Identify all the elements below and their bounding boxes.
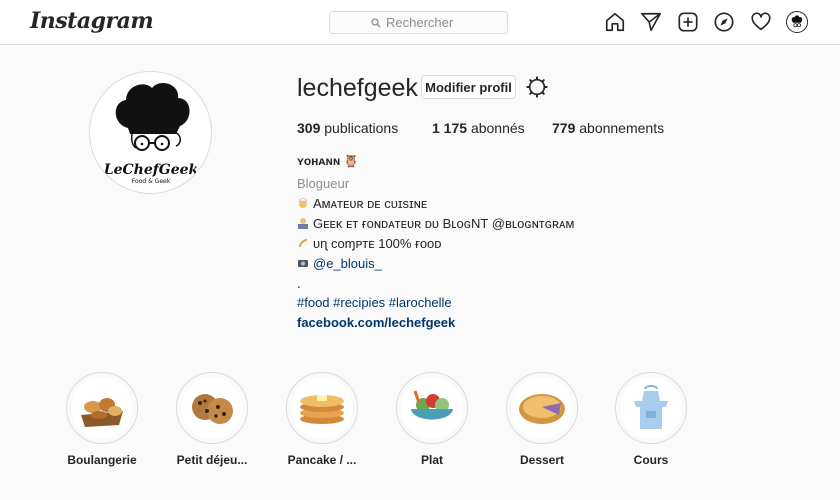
edit-profile-button[interactable]: Modifier profil [421, 75, 516, 99]
new-post-icon[interactable] [677, 11, 699, 33]
activity-heart-icon[interactable] [750, 11, 772, 33]
profile-category: Blogueur [297, 176, 350, 191]
pancakes-icon [291, 377, 353, 439]
highlight-item[interactable]: Pancake / ... [286, 372, 358, 467]
following-stat[interactable]: 779 abonnements [552, 120, 664, 136]
highlight-label: Pancake / ... [287, 453, 357, 467]
highlight-item[interactable]: Cours [615, 372, 687, 467]
search-input[interactable] [386, 15, 466, 30]
phone-emoji-icon [297, 237, 309, 249]
search-icon [371, 17, 381, 27]
bio-line-3-text: ᴜɳ ᴄᴏɱᴘᴛᴇ 100% ғᴏᴏᴅ [313, 236, 442, 251]
bio-line-1: Aᴍᴀᴛᴇᴜʀ ᴅᴇ ᴄᴜɪsɪɴᴇ [297, 196, 427, 211]
posts-label: publications [324, 120, 399, 136]
bio-line-2-text: Gᴇᴇᴋ ᴇᴛ ғᴏɴᴅᴀᴛᴇᴜʀ ᴅᴜ BʟᴏɢNT @ʙʟᴏɢɴᴛɢʀᴀᴍ [313, 216, 575, 231]
salad-bowl-icon [401, 377, 463, 439]
direct-send-icon[interactable] [640, 11, 662, 33]
settings-gear-icon[interactable] [526, 76, 548, 98]
apron-icon [620, 377, 682, 439]
profile-picture[interactable]: LeChefGeek Food & Geek [89, 71, 212, 194]
highlight-label: Cours [633, 453, 669, 467]
highlight-item[interactable]: Boulangerie [66, 372, 138, 467]
top-nav-bar: Instagram [0, 0, 840, 45]
explore-compass-icon[interactable] [713, 11, 735, 33]
profile-avatar-icon[interactable] [786, 11, 808, 33]
bio-mention-link[interactable]: @e_blouis_ [313, 256, 382, 271]
home-icon[interactable] [604, 11, 626, 33]
search-box[interactable] [329, 11, 508, 34]
profile-full-name: ʏᴏʜᴀɴɴ 🦉 [297, 154, 359, 168]
technologist-emoji-icon [297, 217, 309, 229]
posts-count: 309 [297, 120, 321, 136]
avatar-brand-text: LeChefGeek [103, 162, 199, 178]
avatar-sub-text: Food & Geek [132, 178, 171, 185]
profile-website-link[interactable]: facebook.com/lechefgeek [297, 315, 455, 330]
following-count: 779 [552, 120, 576, 136]
followers-label: abonnés [470, 120, 525, 136]
followers-stat[interactable]: 1 175 abonnés [432, 120, 525, 136]
followers-count: 1 175 [432, 120, 468, 136]
bio-line-3: ᴜɳ ᴄᴏɱᴘᴛᴇ 100% ғᴏᴏᴅ [297, 236, 441, 251]
highlight-item[interactable]: Plat [396, 372, 468, 467]
highlight-item[interactable]: Petit déjeu... [176, 372, 248, 467]
bio-line-1-text: Aᴍᴀᴛᴇᴜʀ ᴅᴇ ᴄᴜɪsɪɴᴇ [313, 196, 428, 211]
profile-username: lechefgeek [297, 74, 418, 102]
bread-basket-icon [71, 377, 133, 439]
highlight-label: Boulangerie [67, 453, 137, 467]
bio-dot: . [297, 276, 301, 291]
instagram-logo[interactable]: Instagram [30, 8, 154, 34]
chef-emoji-icon [297, 197, 309, 209]
highlight-item[interactable]: Dessert [506, 372, 578, 467]
highlight-label: Plat [420, 453, 443, 467]
posts-count-stat: 309 publications [297, 120, 398, 136]
cookies-icon [181, 377, 243, 439]
camera-emoji-icon [297, 257, 309, 269]
pie-icon [511, 377, 573, 439]
following-label: abonnements [579, 120, 665, 136]
bio-line-2: Gᴇᴇᴋ ᴇᴛ ғᴏɴᴅᴀᴛᴇᴜʀ ᴅᴜ BʟᴏɢNT @ʙʟᴏɢɴᴛɢʀᴀᴍ [297, 216, 574, 231]
highlight-label: Dessert [519, 453, 565, 467]
highlight-label: Petit déjeu... [176, 453, 248, 467]
bio-line-4: @e_blouis_ [297, 256, 382, 271]
bio-hashtags[interactable]: #food #recipies #larochelle [297, 295, 452, 310]
